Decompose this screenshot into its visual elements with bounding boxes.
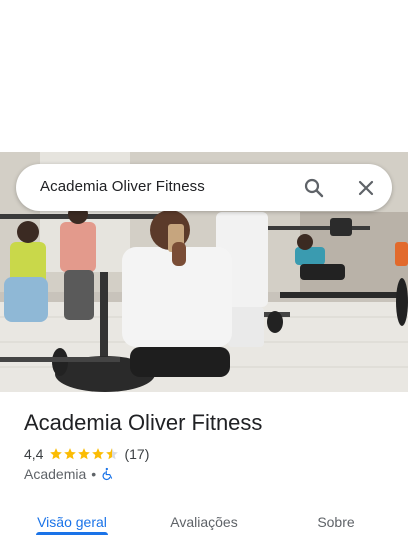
- star-icon: [92, 448, 105, 460]
- rating-row[interactable]: 4,4 (17): [24, 445, 149, 463]
- place-info-panel: Academia Oliver Fitness 4,4 (17) Academi…: [0, 392, 408, 544]
- rating-value: 4,4: [24, 446, 44, 462]
- close-icon[interactable]: [354, 176, 378, 200]
- star-rating: [49, 447, 119, 461]
- star-icon: [64, 448, 77, 460]
- category-label: Academia: [24, 466, 87, 482]
- active-tab-indicator: [36, 532, 108, 535]
- search-icon[interactable]: [302, 176, 326, 200]
- star-icon: [78, 448, 91, 460]
- review-count[interactable]: (17): [124, 446, 149, 462]
- star-half-icon: [106, 448, 119, 460]
- star-icon: [50, 448, 63, 460]
- separator-dot: •: [91, 466, 97, 482]
- search-query[interactable]: Academia Oliver Fitness: [40, 178, 205, 195]
- wheelchair-icon: [102, 467, 113, 481]
- category-row: Academia •: [24, 465, 115, 483]
- tab-overview[interactable]: Visão geral: [24, 500, 120, 544]
- search-bar[interactable]: Academia Oliver Fitness: [16, 164, 392, 211]
- tab-about[interactable]: Sobre: [292, 500, 380, 544]
- tab-reviews[interactable]: Avaliações: [156, 500, 252, 544]
- place-title: Academia Oliver Fitness: [24, 410, 263, 435]
- tab-bar: Visão geral Avaliações Sobre: [0, 500, 408, 544]
